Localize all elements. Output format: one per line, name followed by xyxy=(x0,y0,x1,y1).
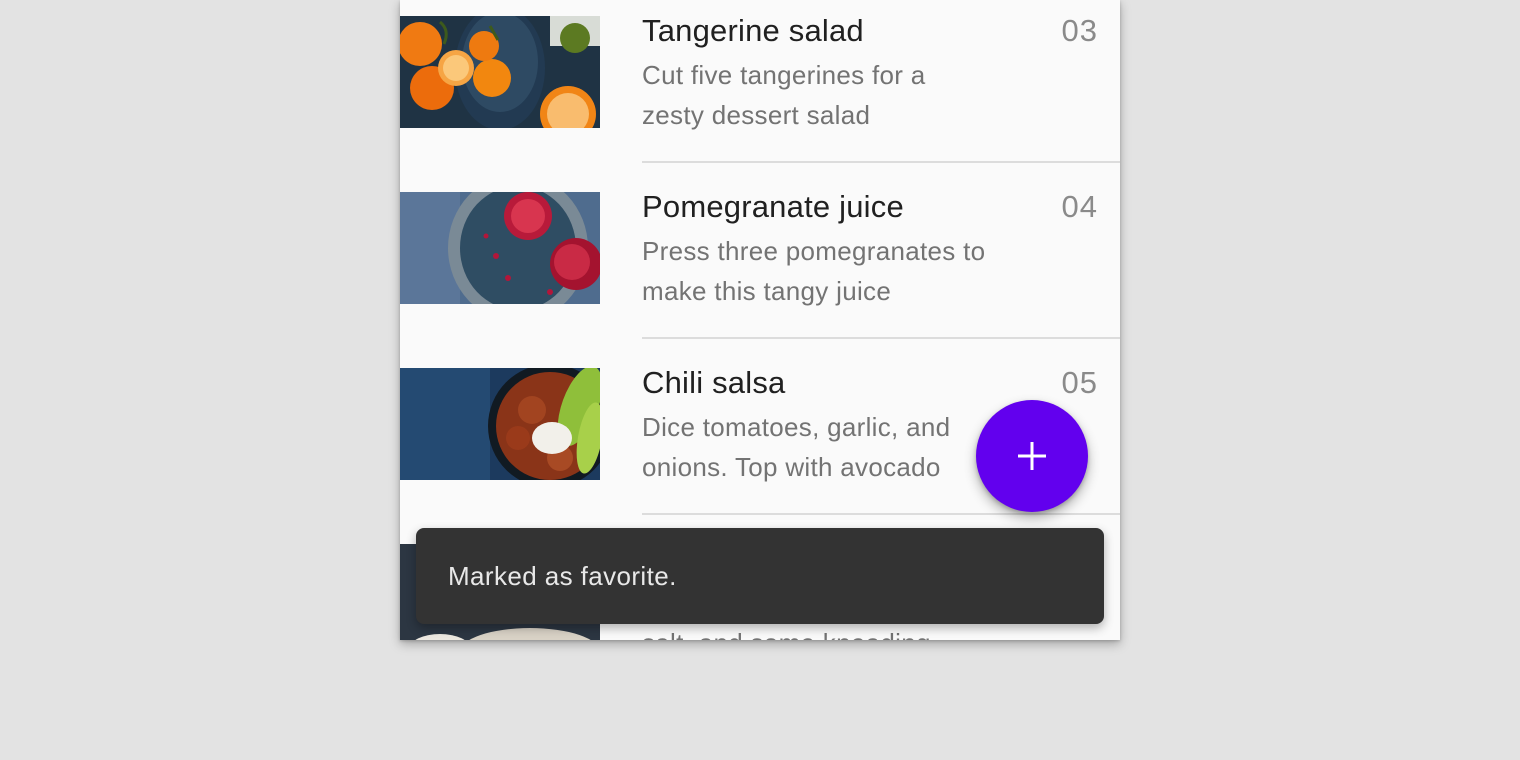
recipe-description-line: Press three pomegranates to xyxy=(642,236,986,266)
recipe-description-line: zesty dessert salad xyxy=(642,100,871,130)
recipe-title: Chili salsa xyxy=(642,365,786,400)
tangerine-salad-image xyxy=(400,16,600,128)
recipe-description-line: Cut five tangerines for a xyxy=(642,60,926,90)
add-recipe-button[interactable] xyxy=(976,400,1088,512)
list-item[interactable]: Tangerine salad Cut five tangerines for … xyxy=(400,0,1120,176)
recipe-list-screen: Tangerine salad Cut five tangerines for … xyxy=(400,0,1120,640)
recipe-description: Cut five tangerines for a zesty dessert … xyxy=(642,55,1042,135)
recipe-number: 04 xyxy=(1061,189,1098,224)
snackbar-message: Marked as favorite. xyxy=(448,561,677,591)
recipe-description-line: salt, and some kneading xyxy=(642,623,1042,640)
divider xyxy=(642,161,1120,163)
recipe-number: 03 xyxy=(1061,13,1098,48)
list-item[interactable]: Pomegranate juice Press three pomegranat… xyxy=(400,176,1120,352)
divider xyxy=(642,513,1120,515)
snackbar: Marked as favorite. xyxy=(416,528,1104,624)
recipe-title: Tangerine salad xyxy=(642,13,864,48)
pomegranate-juice-image xyxy=(400,192,600,304)
recipe-description: Press three pomegranates to make this ta… xyxy=(642,231,1042,311)
plus-icon xyxy=(1018,442,1046,470)
chili-salsa-image xyxy=(400,368,600,480)
divider xyxy=(642,337,1120,339)
recipe-description-line: make this tangy juice xyxy=(642,276,892,306)
recipe-number: 05 xyxy=(1061,365,1098,400)
recipe-title: Pomegranate juice xyxy=(642,189,904,224)
